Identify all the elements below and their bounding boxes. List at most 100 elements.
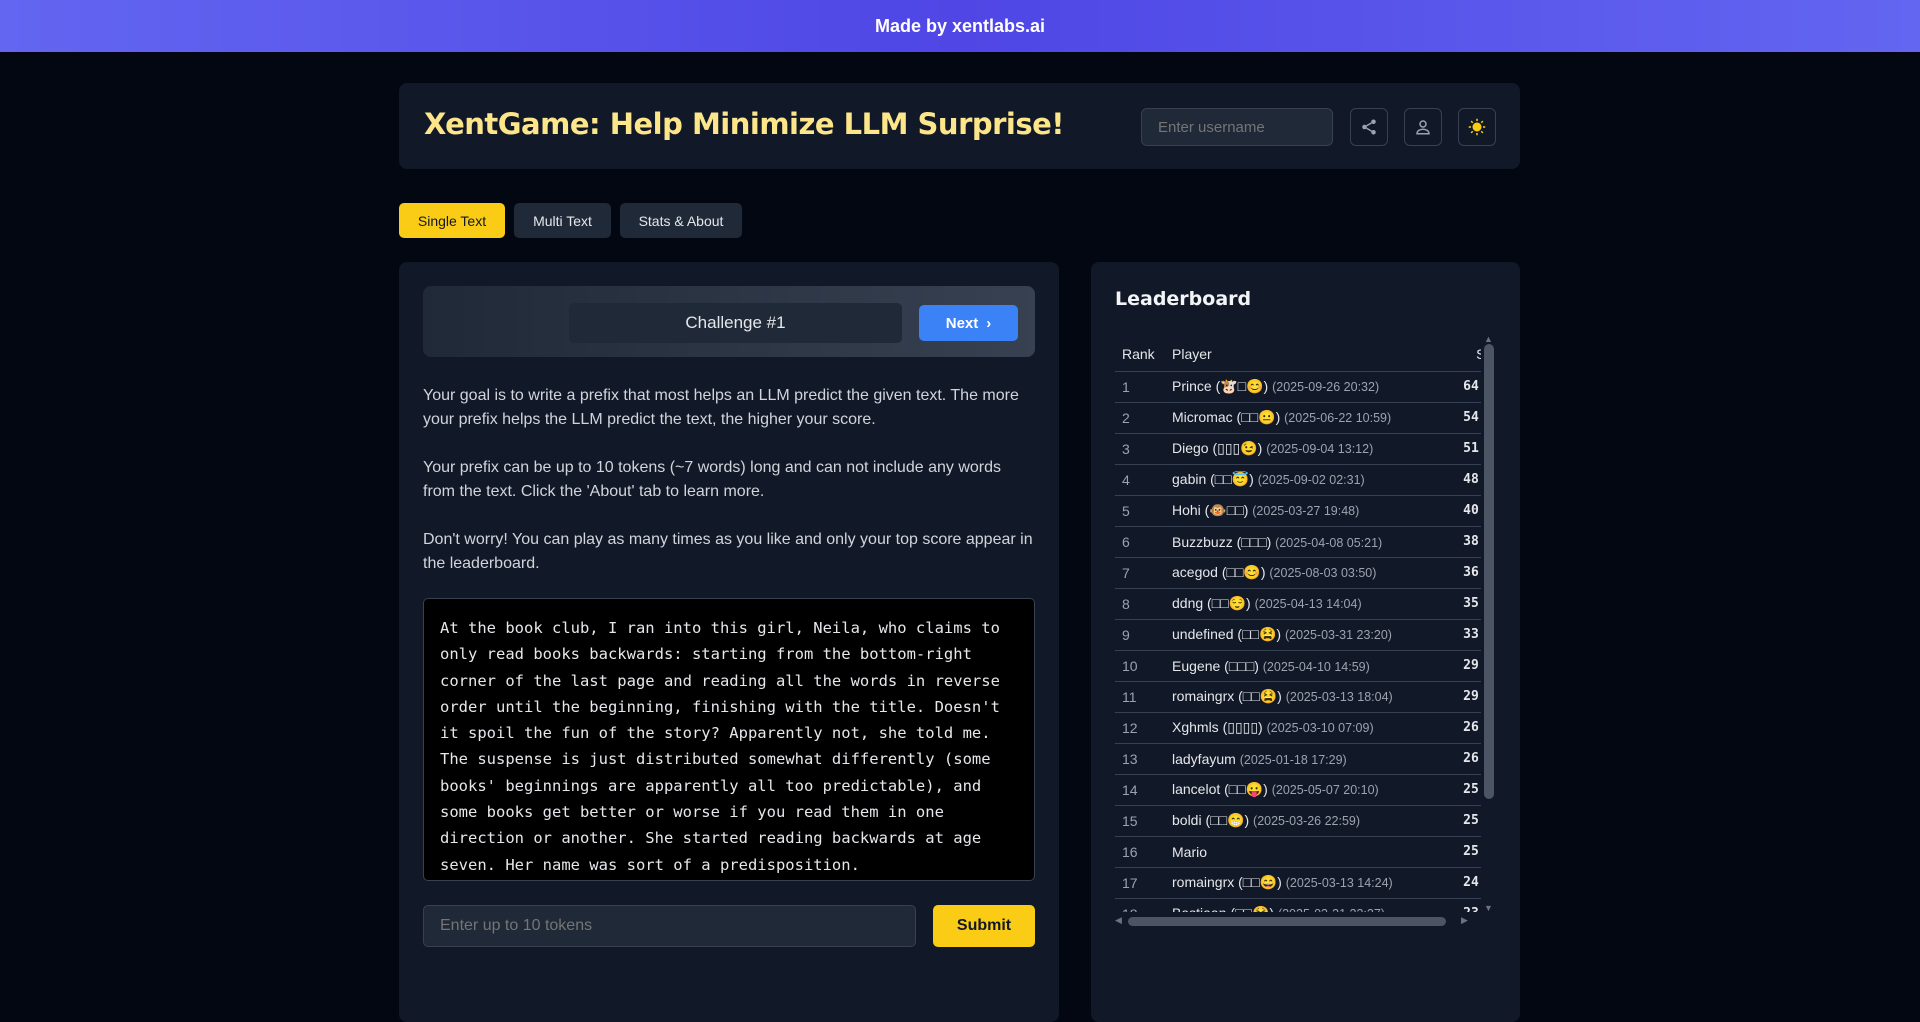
- instructions-goal: Your goal is to write a prefix that most…: [423, 387, 1019, 428]
- instructions-note: Don't worry! You can play as many times …: [423, 531, 1033, 572]
- table-row: 18 Bastiaan (□□😫) (2025-03-31 23:27) 23.…: [1115, 898, 1481, 912]
- player-date: (2025-04-08 05:21): [1275, 535, 1383, 550]
- table-row: 4 gabin (□□😇) (2025-09-02 02:31) 48.44: [1115, 464, 1481, 496]
- player-name: boldi (□□😁): [1172, 812, 1250, 828]
- table-row: 15 boldi (□□😁) (2025-03-26 22:59) 25.94: [1115, 805, 1481, 837]
- horizontal-scrollbar[interactable]: [1128, 917, 1446, 926]
- table-row: 17 romaingrx (□□😄) (2025-03-13 14:24) 24…: [1115, 867, 1481, 899]
- score-cell: 38.36: [1456, 526, 1481, 558]
- rank-cell: 4: [1115, 464, 1165, 496]
- table-row: 6 Buzzbuzz (□□□) (2025-04-08 05:21) 38.3…: [1115, 526, 1481, 558]
- player-cell: Buzzbuzz (□□□) (2025-04-08 05:21): [1165, 526, 1457, 558]
- player-name: Xghmls (▯▯▯▯): [1172, 719, 1263, 735]
- player-cell: romaingrx (□□😄) (2025-03-13 14:24): [1165, 867, 1457, 899]
- player-cell: Eugene (□□□) (2025-04-10 14:59): [1165, 650, 1457, 682]
- player-date: (2025-03-10 07:09): [1266, 721, 1374, 735]
- player-date: (2025-03-31 23:27): [1278, 907, 1385, 912]
- player-name: Mario: [1172, 843, 1208, 860]
- player-date: (2025-09-04 13:12): [1266, 442, 1374, 456]
- profile-button[interactable]: [1404, 108, 1442, 146]
- rank-cell: 13: [1115, 743, 1165, 775]
- leaderboard-table-scroll[interactable]: Rank Player Score 1 Prince (🐮□😊) (2025-0…: [1115, 338, 1481, 912]
- player-cell: Bastiaan (□□😫) (2025-03-31 23:27): [1165, 898, 1457, 912]
- score-cell: 25.94: [1456, 805, 1481, 837]
- rank-cell: 1: [1115, 371, 1165, 403]
- rank-cell: 7: [1115, 557, 1165, 589]
- player-name: Micromac (□□😐): [1172, 409, 1281, 425]
- player-date: (2025-09-26 20:32): [1272, 380, 1380, 394]
- player-name: Diego (▯▯▯😉): [1172, 440, 1263, 456]
- user-icon: [1416, 120, 1430, 135]
- player-date: (2025-03-27 19:48): [1252, 504, 1360, 518]
- player-cell: boldi (□□😁) (2025-03-26 22:59): [1165, 805, 1457, 837]
- rank-cell: 16: [1115, 836, 1165, 868]
- page-title: XentGame: Help Minimize LLM Surprise!: [424, 107, 1065, 141]
- tab-stats-about[interactable]: Stats & About: [620, 203, 742, 238]
- submit-button[interactable]: Submit: [933, 905, 1035, 947]
- column-score: Score: [1456, 338, 1481, 372]
- player-date: (2025-04-10 14:59): [1262, 659, 1370, 674]
- tab-single-text[interactable]: Single Text: [399, 203, 505, 238]
- player-date: (2025-06-22 10:59): [1284, 411, 1392, 425]
- chevron-right-icon: ›: [986, 314, 992, 332]
- leaderboard-table: Rank Player Score 1 Prince (🐮□😊) (2025-0…: [1115, 338, 1481, 912]
- player-date: (2025-03-26 22:59): [1253, 814, 1361, 828]
- scroll-left-arrow[interactable]: ◀: [1115, 915, 1122, 926]
- header: XentGame: Help Minimize LLM Surprise!: [399, 83, 1520, 169]
- score-cell: 23.91: [1456, 898, 1481, 912]
- player-name: Bastiaan (□□😫): [1172, 905, 1274, 912]
- player-date: (2025-03-31 23:20): [1284, 628, 1392, 642]
- table-row: 3 Diego (▯▯▯😉) (2025-09-04 13:12) 51.46: [1115, 433, 1481, 465]
- score-cell: 26.24: [1456, 712, 1481, 744]
- rank-cell: 10: [1115, 650, 1165, 682]
- player-cell: ladyfayum (2025-01-18 17:29): [1165, 743, 1457, 775]
- player-name: Buzzbuzz (□□□): [1172, 533, 1272, 550]
- vertical-scrollbar[interactable]: [1484, 344, 1494, 799]
- challenge-label: Challenge #1: [569, 303, 902, 343]
- player-date: (2025-08-03 03:50): [1269, 566, 1377, 580]
- score-cell: 33.27: [1456, 619, 1481, 651]
- tab-multi-text[interactable]: Multi Text: [514, 203, 611, 238]
- player-cell: Hohi (🐵□□) (2025-03-27 19:48): [1165, 495, 1457, 527]
- table-row: 7 acegod (□□😊) (2025-08-03 03:50) 36.15: [1115, 557, 1481, 589]
- table-row: 8 ddng (□□😌) (2025-04-13 14:04) 35.96: [1115, 588, 1481, 620]
- prefix-input[interactable]: [423, 905, 916, 947]
- table-row: 2 Micromac (□□😐) (2025-06-22 10:59) 54.5…: [1115, 402, 1481, 434]
- username-input[interactable]: [1141, 108, 1333, 146]
- player-cell: Xghmls (▯▯▯▯) (2025-03-10 07:09): [1165, 712, 1457, 744]
- target-text: At the book club, I ran into this girl, …: [423, 598, 1035, 881]
- challenge-bar: Challenge #1 Next ›: [423, 286, 1035, 357]
- score-cell: 64.01: [1456, 371, 1481, 403]
- score-cell: 26.19: [1456, 743, 1481, 775]
- score-cell: 25.43: [1456, 836, 1481, 868]
- score-cell: 48.44: [1456, 464, 1481, 496]
- player-name: lancelot (□□😛): [1172, 781, 1268, 797]
- rank-cell: 12: [1115, 712, 1165, 744]
- next-button[interactable]: Next ›: [919, 305, 1018, 341]
- score-cell: 25.95: [1456, 774, 1481, 806]
- scroll-right-arrow[interactable]: ▶: [1461, 915, 1468, 926]
- player-name: acegod (□□😊): [1172, 564, 1266, 580]
- made-by-banner[interactable]: Made by xentlabs.ai: [0, 0, 1920, 52]
- rank-cell: 18: [1115, 898, 1165, 912]
- player-name: Eugene (□□□): [1172, 657, 1259, 674]
- table-row: 14 lancelot (□□😛) (2025-05-07 20:10) 25.…: [1115, 774, 1481, 806]
- theme-toggle-button[interactable]: [1458, 108, 1496, 146]
- player-name: Hohi (🐵□□): [1172, 502, 1249, 518]
- scroll-up-arrow[interactable]: ▲: [1484, 334, 1493, 344]
- leaderboard-panel: Leaderboard Rank Player Score 1 Prince (…: [1091, 262, 1520, 1022]
- scroll-down-arrow[interactable]: ▼: [1484, 903, 1493, 913]
- rank-cell: 15: [1115, 805, 1165, 837]
- table-row: 1 Prince (🐮□😊) (2025-09-26 20:32) 64.01: [1115, 371, 1481, 403]
- player-cell: undefined (□□😫) (2025-03-31 23:20): [1165, 619, 1457, 651]
- player-cell: lancelot (□□😛) (2025-05-07 20:10): [1165, 774, 1457, 806]
- table-row: 5 Hohi (🐵□□) (2025-03-27 19:48) 40.36: [1115, 495, 1481, 527]
- player-cell: romaingrx (□□😫) (2025-03-13 18:04): [1165, 681, 1457, 713]
- player-date: (2025-03-13 14:24): [1285, 876, 1393, 890]
- player-name: ddng (□□😌): [1172, 595, 1251, 611]
- player-cell: ddng (□□😌) (2025-04-13 14:04): [1165, 588, 1457, 620]
- player-date: (2025-09-02 02:31): [1257, 473, 1365, 487]
- table-row: 9 undefined (□□😫) (2025-03-31 23:20) 33.…: [1115, 619, 1481, 651]
- share-button[interactable]: [1350, 108, 1388, 146]
- player-date: (2025-03-13 18:04): [1285, 690, 1393, 704]
